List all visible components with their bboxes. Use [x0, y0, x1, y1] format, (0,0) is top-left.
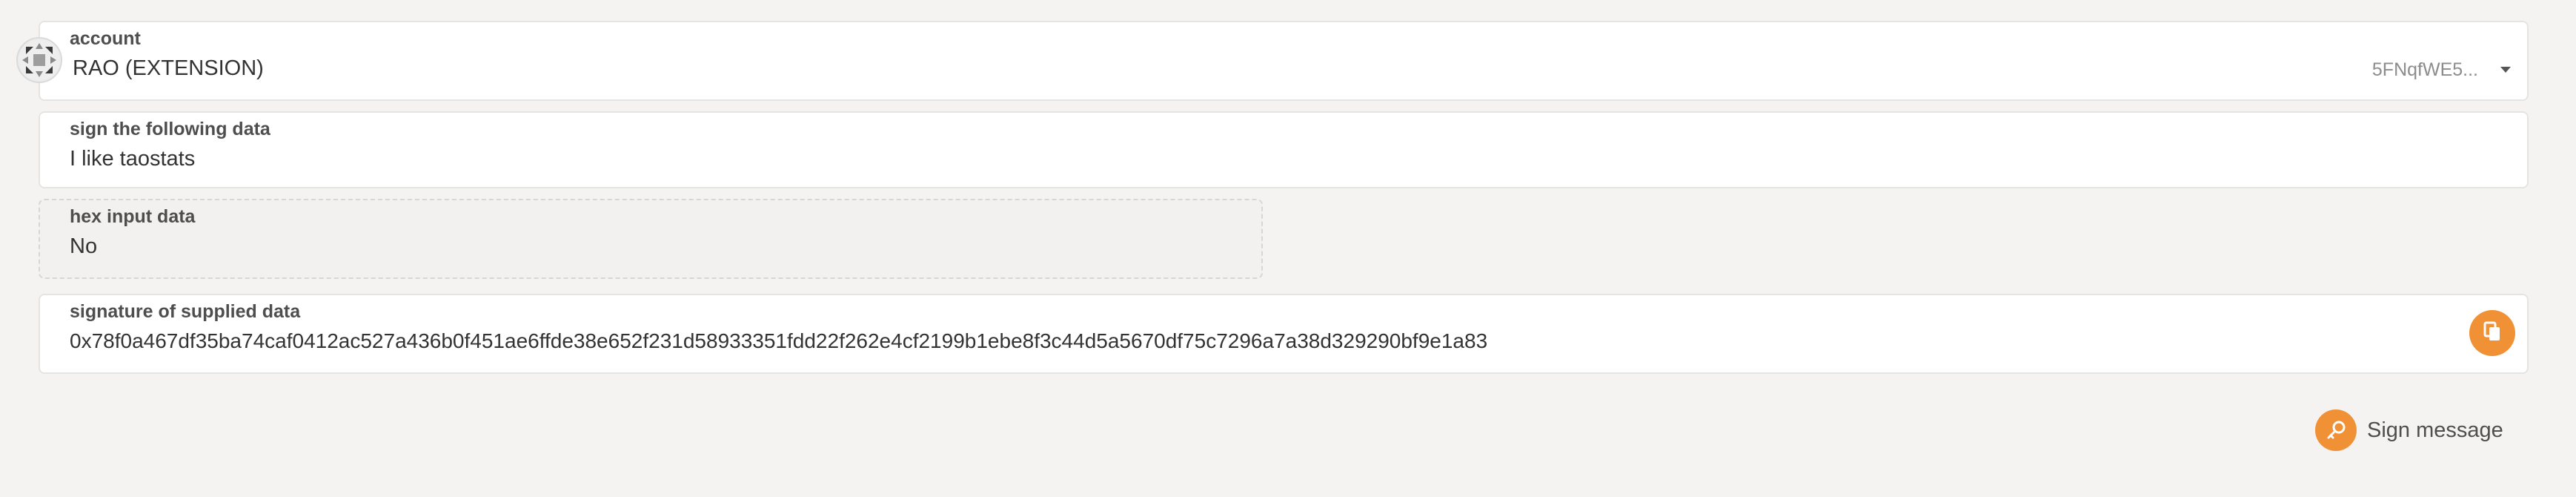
sign-message-button[interactable]: Sign message: [2315, 409, 2503, 451]
copy-button[interactable]: [2469, 310, 2515, 356]
signature-field: signature of supplied data 0x78f0a467df3…: [39, 294, 2529, 374]
hex-input-value: No: [70, 234, 98, 258]
hex-input-label: hex input data: [70, 206, 196, 227]
sign-data-input[interactable]: I like taostats: [70, 147, 195, 171]
signature-label: signature of supplied data: [70, 301, 301, 322]
account-label: account: [70, 28, 141, 49]
identicon-avatar: [16, 37, 62, 83]
sign-data-label: sign the following data: [70, 119, 270, 139]
account-address: 5FNqfWE5...: [2371, 59, 2478, 80]
caret-down-icon[interactable]: [2500, 67, 2511, 73]
signature-value: 0x78f0a467df35ba74caf0412ac527a436b0f451…: [70, 329, 1488, 352]
copy-icon: [2483, 320, 2502, 346]
sign-data-field[interactable]: sign the following data I like taostats: [39, 111, 2529, 188]
hex-input-field: hex input data No: [39, 199, 1263, 279]
account-selector[interactable]: account RAO (EXTENSION) 5FNqfWE5...: [39, 21, 2529, 101]
sign-message-label: Sign message: [2367, 418, 2503, 442]
account-name: RAO (EXTENSION): [73, 56, 264, 80]
key-icon: [2315, 409, 2357, 451]
